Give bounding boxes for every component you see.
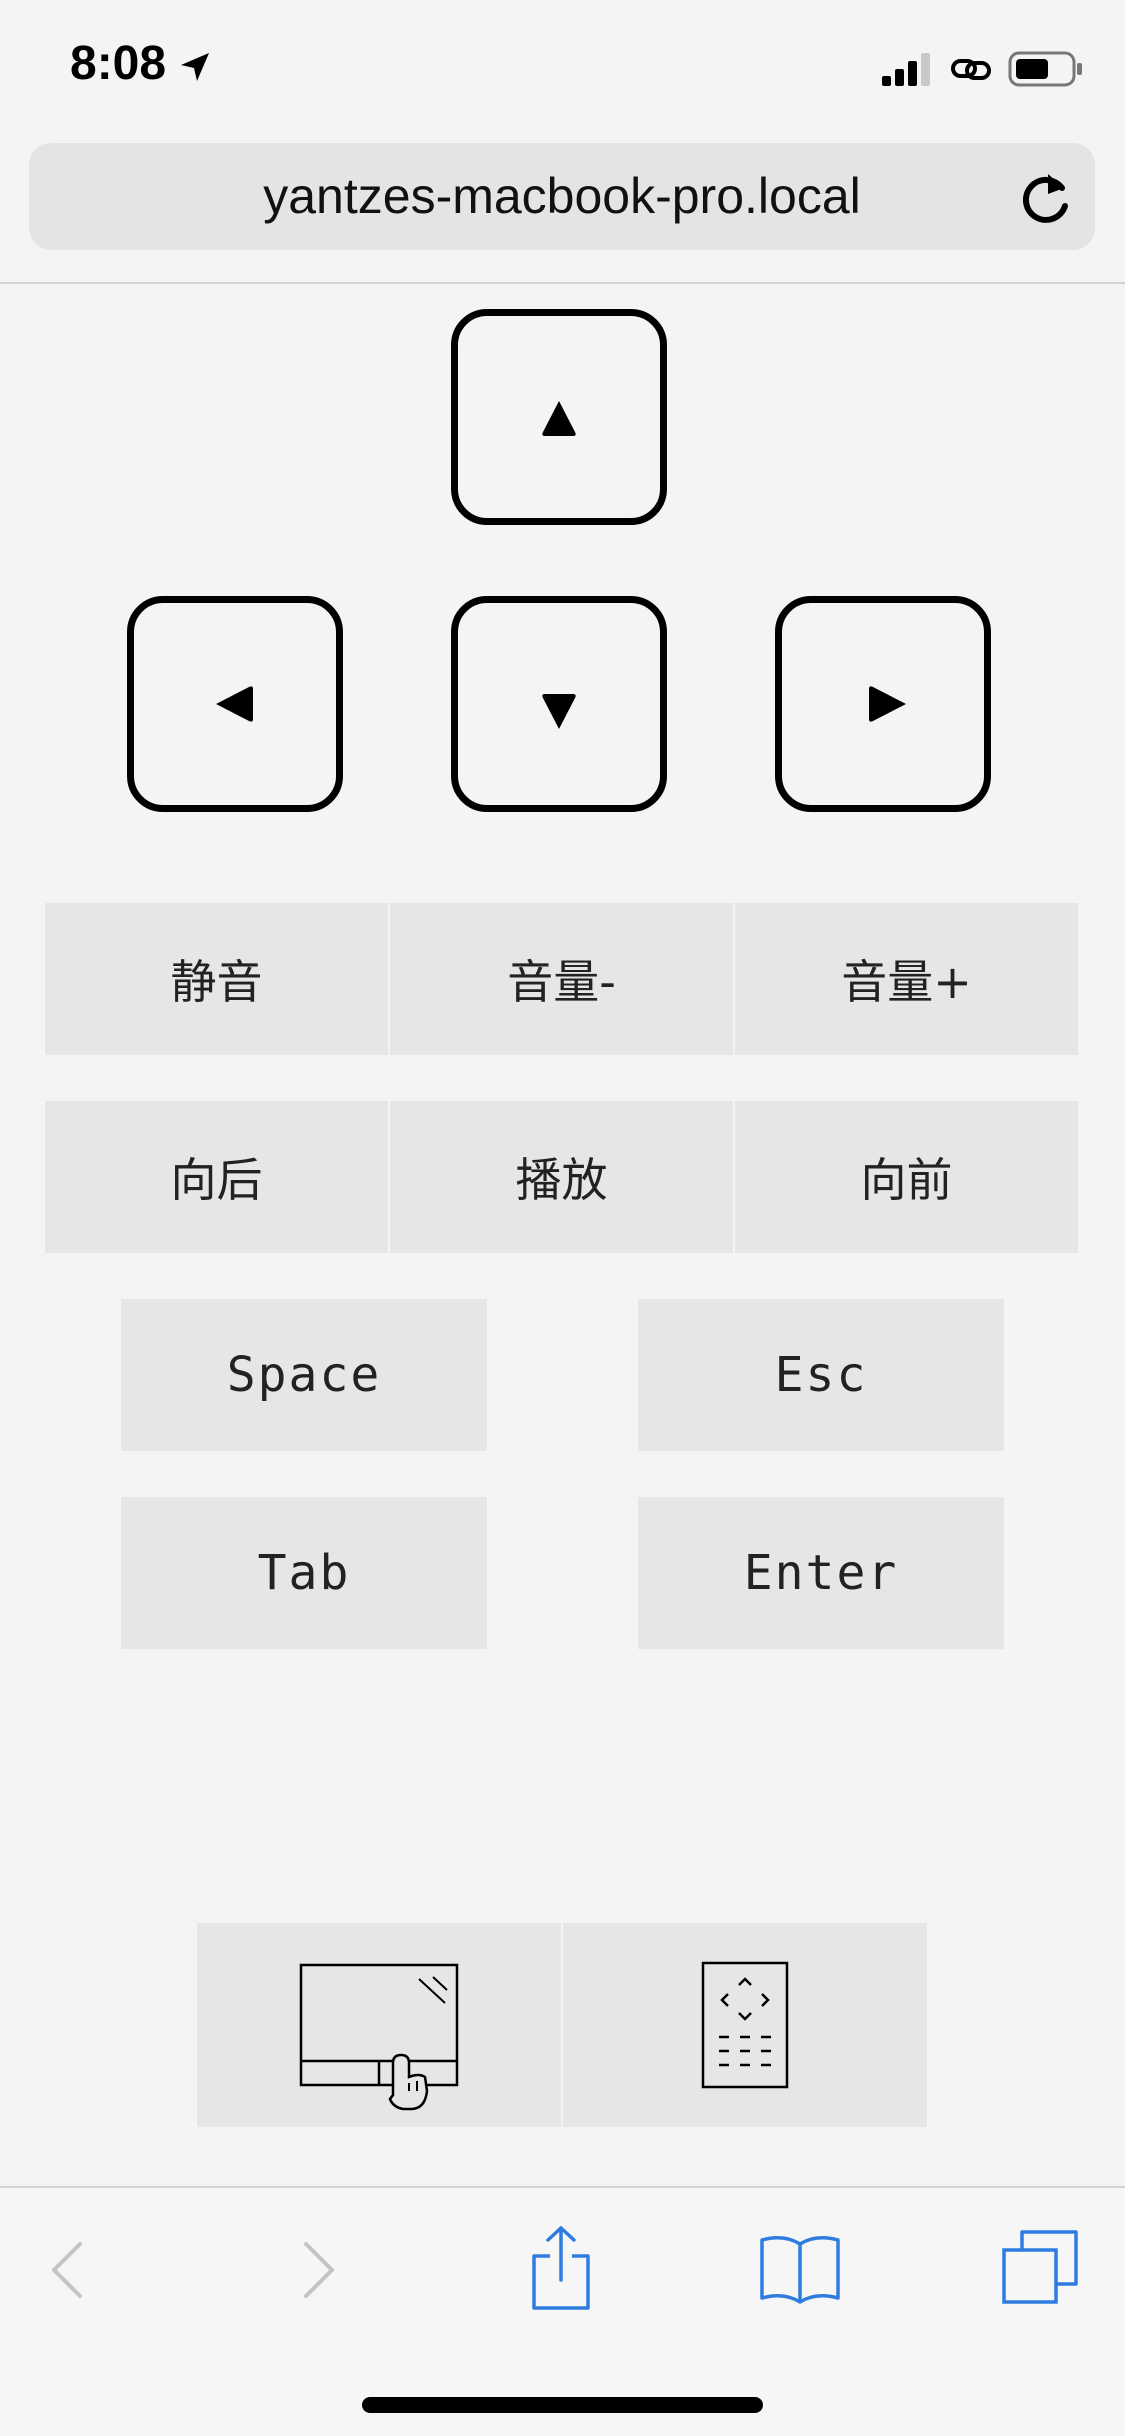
url-text: yantzes-macbook-pro.local [263,168,861,224]
location-arrow-icon [181,53,209,81]
mute-button[interactable]: 静音 [45,903,388,1055]
address-bar[interactable]: yantzes-macbook-pro.local [29,143,1095,250]
tabs-icon[interactable] [1000,2228,1080,2306]
battery-icon [1008,51,1082,87]
remote-mode-button[interactable] [563,1923,927,2127]
enter-key-button[interactable]: Enter [638,1497,1004,1649]
trackpad-mode-icon [299,1963,459,2111]
play-button[interactable]: 播放 [390,1101,733,1253]
arrow-left-icon [216,686,253,722]
volume-down-button[interactable]: 音量- [390,903,733,1055]
bookmarks-icon[interactable] [758,2232,842,2304]
status-bar: 8:08 [0,0,1125,135]
trackpad-mode-button[interactable] [197,1923,561,2127]
status-time: 8:08 [70,37,167,90]
forward-icon[interactable] [294,2238,342,2302]
arrow-right-icon [869,686,906,722]
tab-key-button[interactable]: Tab [121,1497,487,1649]
reload-icon[interactable] [1018,168,1074,228]
previous-button[interactable]: 向后 [45,1101,388,1253]
home-indicator[interactable] [362,2397,763,2413]
page: 8:08 yantzes-macbook-pro.local 静音 音量- 音量… [0,0,1125,2436]
share-icon[interactable] [528,2224,594,2310]
arrow-up-icon [542,401,576,436]
hotspot-icon [951,59,991,80]
signal-icon [882,53,930,86]
remote-mode-icon [701,1961,789,2089]
arrow-up-button[interactable] [451,309,667,525]
arrow-right-button[interactable] [775,596,991,812]
arrow-left-button[interactable] [127,596,343,812]
arrow-down-button[interactable] [451,596,667,812]
next-button[interactable]: 向前 [735,1101,1078,1253]
arrow-down-icon [542,694,576,729]
esc-key-button[interactable]: Esc [638,1299,1004,1451]
space-key-button[interactable]: Space [121,1299,487,1451]
top-divider [0,282,1125,284]
back-icon[interactable] [44,2238,92,2302]
volume-up-button[interactable]: 音量+ [735,903,1078,1055]
